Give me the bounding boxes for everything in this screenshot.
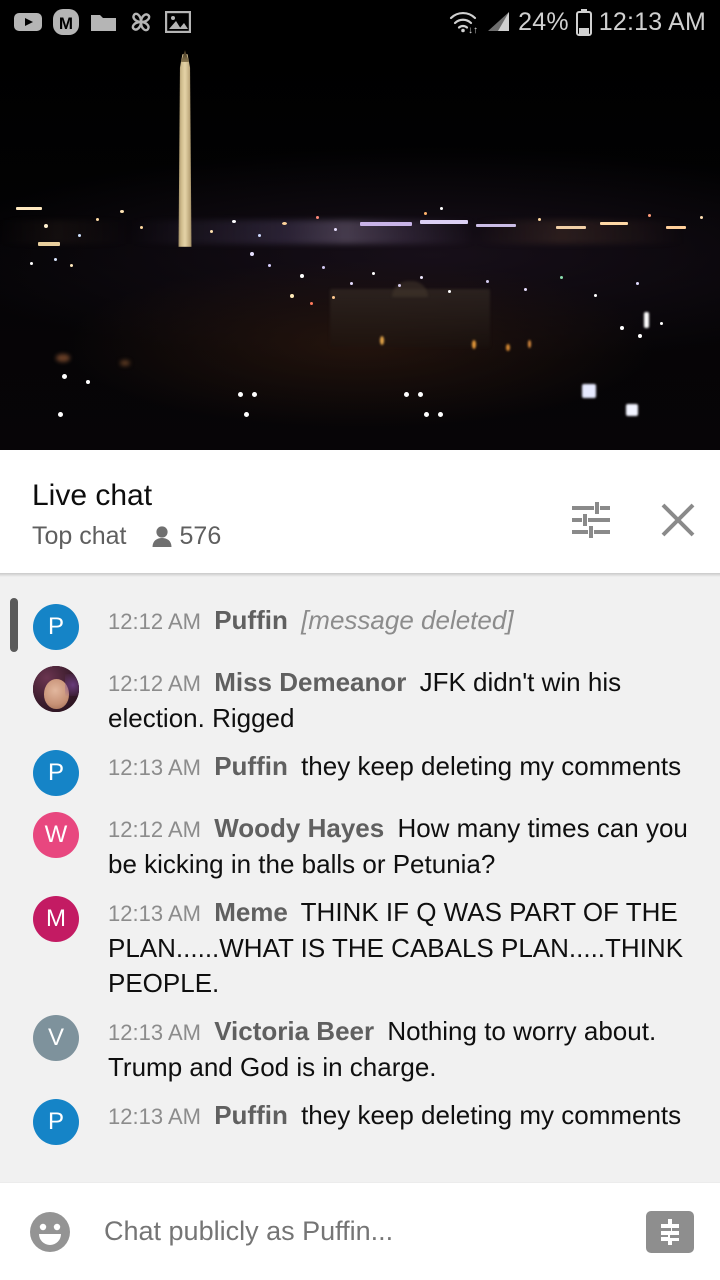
- message-body: 12:13 AM Meme THINK IF Q WAS PART OF THE…: [108, 892, 700, 1001]
- clipped-message-above: …: [0, 573, 720, 577]
- avatar-letter: P: [47, 1108, 64, 1135]
- message-body: 12:13 AM Victoria Beer Nothing to worry …: [108, 1011, 700, 1085]
- viewer-count-label: 576: [179, 522, 222, 550]
- chat-header-titles: Live chat Top chat 576: [32, 478, 221, 551]
- svg-text:↓↑: ↓↑: [468, 25, 478, 34]
- message-timestamp: 12:13 AM: [108, 1104, 201, 1129]
- android-status-bar: M ↓↑ 24% 12:13 AM: [0, 0, 720, 44]
- wifi-icon: ↓↑: [450, 11, 478, 34]
- message-body: 12:13 AM Puffin they keep deleting my co…: [108, 1095, 700, 1147]
- live-chat-title: Live chat: [32, 479, 153, 512]
- message-author[interactable]: Miss Demeanor: [214, 667, 406, 697]
- table-row[interactable]: P 12:12 AM Puffin [message deleted]: [0, 595, 720, 657]
- message-body: 12:12 AM Miss Demeanor JFK didn't win hi…: [108, 662, 700, 736]
- message-timestamp: 12:12 AM: [108, 609, 201, 634]
- avatar[interactable]: V: [33, 1015, 79, 1061]
- chat-scrollbar-thumb[interactable]: [10, 598, 18, 652]
- table-row[interactable]: 12:12 AM Miss Demeanor JFK didn't win hi…: [0, 657, 720, 741]
- chat-input-bar: [0, 1182, 720, 1280]
- table-row[interactable]: W 12:12 AM Woody Hayes How many times ca…: [0, 803, 720, 887]
- youtube-live-chat-screen: M ↓↑ 24% 12:13 AM Live chat Top chat 576…: [0, 0, 720, 1280]
- message-author[interactable]: Woody Hayes: [214, 813, 384, 843]
- chat-message-list[interactable]: … P 12:12 AM Puffin [message deleted]: [0, 573, 720, 1182]
- close-icon[interactable]: [658, 500, 698, 540]
- cellular-signal-icon: [488, 12, 510, 31]
- battery-icon: [575, 8, 592, 36]
- message-timestamp: 12:13 AM: [108, 1020, 201, 1045]
- clipped-message-text: …: [112, 573, 138, 577]
- superchat-button[interactable]: [646, 1210, 694, 1253]
- message-timestamp: 12:12 AM: [108, 817, 201, 842]
- message-body: 12:13 AM Puffin they keep deleting my co…: [108, 746, 700, 798]
- table-row[interactable]: M 12:13 AM Meme THINK IF Q WAS PART OF T…: [0, 887, 720, 1006]
- image-icon: [165, 11, 191, 33]
- viewer-count-group: 576: [151, 522, 222, 551]
- youtube-icon: [14, 13, 42, 31]
- avatar[interactable]: P: [33, 604, 79, 650]
- chat-header-actions: [570, 478, 698, 540]
- chat-rows-container: P 12:12 AM Puffin [message deleted] 12:1…: [0, 595, 720, 1152]
- chat-header-subline: Top chat 576: [32, 522, 221, 551]
- avatar[interactable]: M: [33, 896, 79, 942]
- message-body: 12:12 AM Puffin [message deleted]: [108, 600, 700, 652]
- message-body: 12:12 AM Woody Hayes How many times can …: [108, 808, 700, 882]
- pinwheel-icon: [131, 12, 151, 32]
- svg-text:M: M: [59, 14, 73, 33]
- message-timestamp: 12:12 AM: [108, 671, 201, 696]
- avatar-letter: P: [47, 759, 64, 786]
- avatar[interactable]: P: [33, 750, 79, 796]
- avatar-letter: W: [44, 821, 68, 848]
- battery-percent-label: 24%: [518, 7, 569, 36]
- folder-icon: [91, 15, 116, 31]
- message-author[interactable]: Puffin: [214, 605, 288, 635]
- emoji-smiley-icon[interactable]: [26, 1208, 74, 1256]
- table-row[interactable]: V 12:13 AM Victoria Beer Nothing to worr…: [0, 1006, 720, 1090]
- avatar-letter: M: [46, 905, 66, 932]
- message-author[interactable]: Puffin: [214, 1100, 288, 1130]
- message-text: [message deleted]: [301, 605, 514, 635]
- message-author[interactable]: Puffin: [214, 751, 288, 781]
- video-player[interactable]: [0, 44, 720, 450]
- avatar[interactable]: P: [33, 1099, 79, 1145]
- message-text: they keep deleting my comments: [301, 1100, 682, 1130]
- status-bar-system-icons: ↓↑ 24% 12:13 AM: [448, 8, 706, 37]
- clock-label: 12:13 AM: [598, 7, 706, 36]
- message-timestamp: 12:13 AM: [108, 901, 201, 926]
- message-timestamp: 12:13 AM: [108, 755, 201, 780]
- dollar-sign-icon: [661, 1218, 679, 1245]
- avatar[interactable]: W: [33, 812, 79, 858]
- message-author[interactable]: Victoria Beer: [214, 1016, 374, 1046]
- tune-icon[interactable]: [570, 500, 612, 540]
- m-app-icon: M: [53, 9, 79, 35]
- search-input[interactable]: [104, 1216, 630, 1247]
- message-text: they keep deleting my comments: [301, 751, 682, 781]
- person-icon: [152, 525, 172, 547]
- avatar[interactable]: [33, 666, 79, 712]
- table-row[interactable]: P 12:13 AM Puffin they keep deleting my …: [0, 741, 720, 803]
- city-lights: [0, 44, 720, 450]
- chat-mode-label[interactable]: Top chat: [32, 522, 127, 551]
- status-bar-notification-icons: M: [14, 9, 191, 35]
- table-row[interactable]: P 12:13 AM Puffin they keep deleting my …: [0, 1090, 720, 1152]
- live-chat-header: Live chat Top chat 576: [0, 456, 720, 573]
- message-author[interactable]: Meme: [214, 897, 288, 927]
- avatar-letter: P: [47, 613, 64, 640]
- avatar-letter: V: [47, 1024, 64, 1051]
- avatar-photo-glow: [65, 674, 79, 696]
